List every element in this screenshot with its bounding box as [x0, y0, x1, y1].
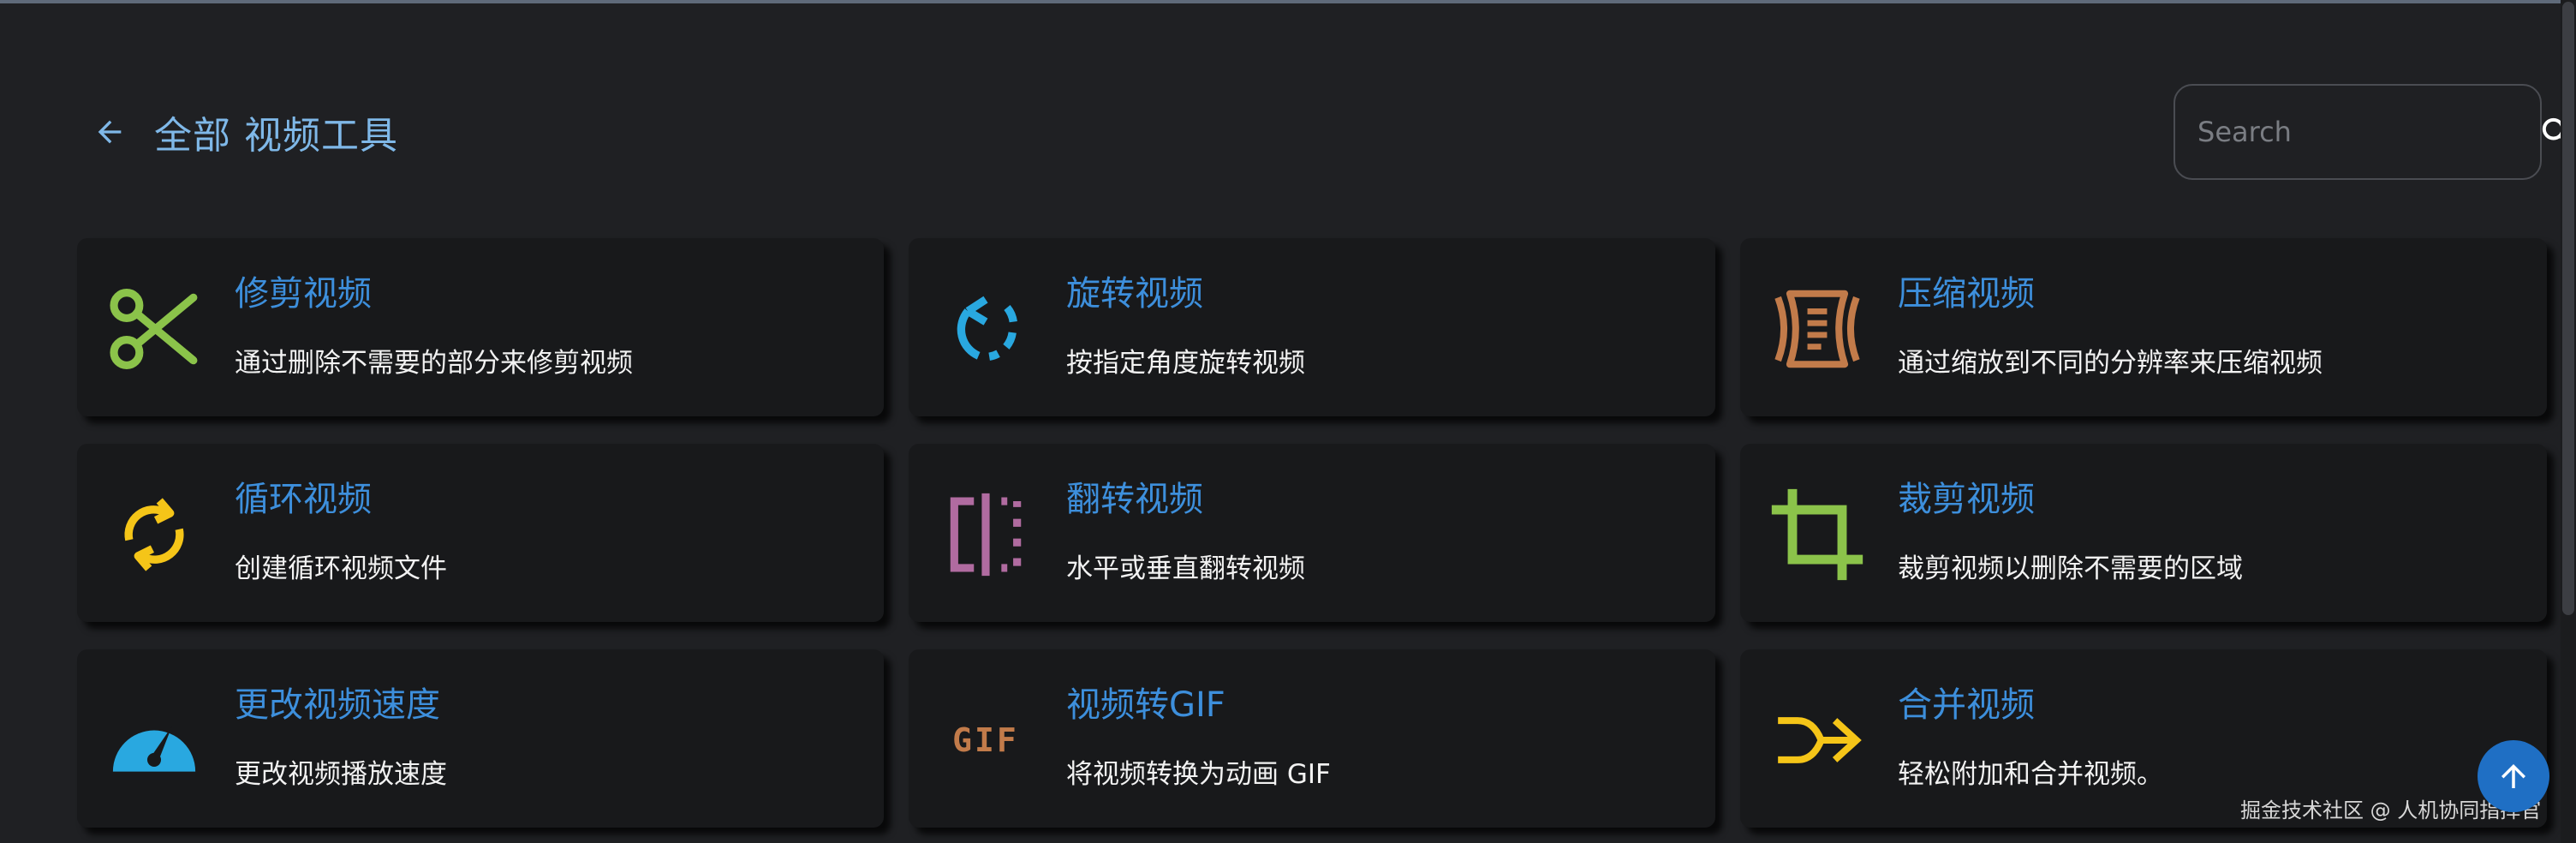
crop-icon [1766, 483, 1869, 586]
tool-card-speed[interactable]: 更改视频速度 更改视频播放速度 [77, 649, 884, 828]
tool-title: 更改视频速度 [235, 685, 440, 725]
tool-card-compress[interactable]: 压缩视频 通过缩放到不同的分辨率来压缩视频 [1740, 238, 2547, 416]
page-header: 全部 视频工具 [79, 96, 398, 168]
tool-description: 水平或垂直翻转视频 [1066, 553, 1305, 584]
arrow-left-icon [98, 120, 122, 144]
loop-icon [103, 483, 206, 586]
scissors-icon [103, 278, 206, 380]
tool-description: 通过删除不需要的部分来修剪视频 [235, 348, 633, 379]
page-title: 全部 视频工具 [154, 114, 398, 158]
tool-title: 裁剪视频 [1898, 480, 2035, 519]
tool-card-trim[interactable]: 修剪视频 通过删除不需要的部分来修剪视频 [77, 238, 884, 416]
tool-grid: 修剪视频 通过删除不需要的部分来修剪视频 旋转视频 按指定角度旋转视频 压缩视频… [77, 238, 2547, 828]
tool-description: 创建循环视频文件 [235, 553, 447, 584]
tool-title: 视频转GIF [1066, 685, 1225, 725]
tool-title: 合并视频 [1898, 685, 2035, 725]
rotate-icon [934, 278, 1037, 380]
back-button[interactable] [79, 101, 140, 163]
tool-card-gif[interactable]: GIF 视频转GIF 将视频转换为动画 GIF [909, 649, 1715, 828]
tool-description: 按指定角度旋转视频 [1066, 348, 1305, 379]
top-border [0, 0, 2576, 3]
gif-icon-text: GIF [952, 721, 1019, 759]
tool-description: 将视频转换为动画 GIF [1066, 759, 1331, 790]
arrow-up-icon [2501, 764, 2525, 788]
tool-title: 翻转视频 [1066, 480, 1203, 519]
tool-card-loop[interactable]: 循环视频 创建循环视频文件 [77, 444, 884, 622]
compress-icon [1766, 278, 1869, 380]
tool-card-flip[interactable]: 翻转视频 水平或垂直翻转视频 [909, 444, 1715, 622]
tool-card-crop[interactable]: 裁剪视频 裁剪视频以删除不需要的区域 [1740, 444, 2547, 622]
tool-title: 压缩视频 [1898, 274, 2035, 314]
tool-description: 通过缩放到不同的分辨率来压缩视频 [1898, 348, 2323, 379]
tool-title: 修剪视频 [235, 274, 372, 314]
tool-description: 裁剪视频以删除不需要的区域 [1898, 553, 2243, 584]
tool-title: 旋转视频 [1066, 274, 1203, 314]
flip-icon [934, 483, 1037, 586]
scrollbar[interactable] [2561, 0, 2576, 843]
page: 全部 视频工具 修剪视频 通过删除不需要的部分来修剪视频 [0, 0, 2576, 843]
search-input[interactable] [2197, 116, 2539, 148]
tool-description: 轻松附加和合并视频。 [1898, 759, 2163, 790]
gif-icon: GIF [934, 689, 1037, 792]
tool-card-rotate[interactable]: 旋转视频 按指定角度旋转视频 [909, 238, 1715, 416]
scrollbar-thumb[interactable] [2562, 2, 2574, 615]
speedometer-icon [103, 689, 206, 792]
search-box [2174, 84, 2572, 180]
tool-title: 循环视频 [235, 480, 372, 519]
merge-icon [1766, 689, 1869, 792]
tool-description: 更改视频播放速度 [235, 759, 447, 790]
scroll-top-button[interactable] [2478, 740, 2549, 812]
